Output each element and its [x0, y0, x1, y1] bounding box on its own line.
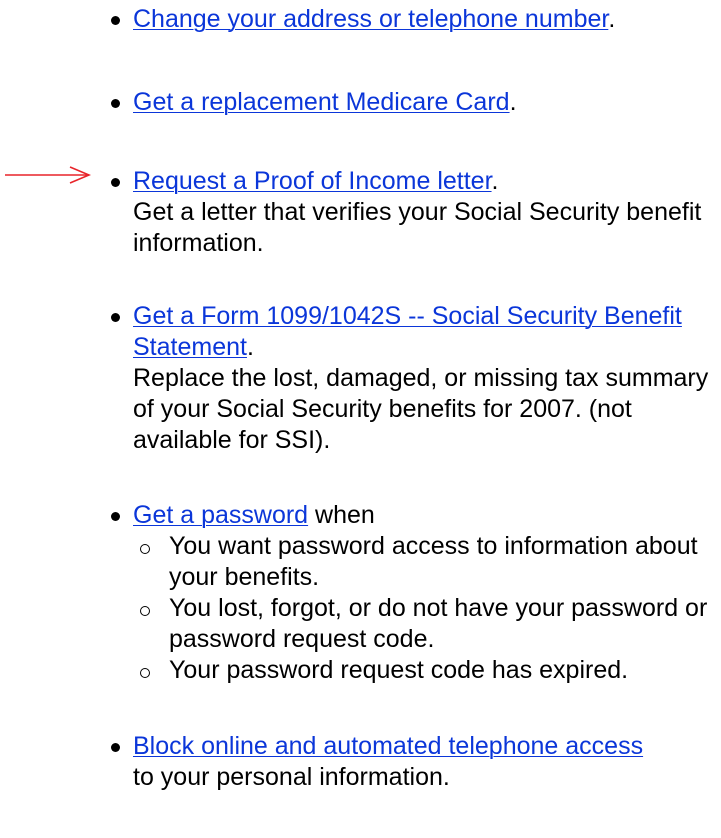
item-suffix: .: [246, 333, 254, 361]
item-description: Replace the lost, damaged, or missing ta…: [133, 364, 709, 454]
item-suffix: .: [509, 88, 517, 116]
list-item-block-access: Block online and automated telephone acc…: [111, 731, 721, 793]
sub-list-item: Your password request code has expired.: [140, 655, 721, 686]
sub-item-text: You want password access to information …: [169, 532, 698, 591]
sub-list-item: You want password access to information …: [140, 531, 721, 593]
right-arrow-icon: [5, 166, 91, 184]
change-address-link[interactable]: Change your address or telephone number: [133, 5, 608, 33]
proof-of-income-link[interactable]: Request a Proof of Income letter: [133, 167, 492, 195]
item-description: to your personal information.: [133, 763, 450, 791]
sub-list-item: You lost, forgot, or do not have your pa…: [140, 593, 721, 655]
list-item-change-address: Change your address or telephone number.: [111, 4, 721, 35]
get-password-link[interactable]: Get a password: [133, 501, 308, 529]
bullet-icon: [111, 99, 120, 108]
benefit-statement-link[interactable]: Get a Form 1099/1042S -- Social Security…: [133, 302, 682, 361]
bullet-icon: [111, 743, 120, 752]
sub-item-text: Your password request code has expired.: [169, 656, 629, 684]
bullet-icon: [111, 178, 120, 187]
item-suffix: .: [608, 5, 616, 33]
item-description: Get a letter that verifies your Social S…: [133, 198, 702, 257]
list-item-benefit-statement: Get a Form 1099/1042S -- Social Security…: [111, 301, 721, 456]
replacement-medicare-card-link[interactable]: Get a replacement Medicare Card: [133, 88, 510, 116]
online-services-list: Change your address or telephone number.…: [111, 4, 721, 838]
item-suffix: .: [491, 167, 499, 195]
block-access-link[interactable]: Block online and automated telephone acc…: [133, 732, 643, 760]
item-suffix: when: [308, 501, 375, 529]
password-reasons-list: You want password access to information …: [133, 531, 721, 686]
sub-item-text: You lost, forgot, or do not have your pa…: [169, 594, 708, 653]
bullet-icon: [111, 16, 120, 25]
circle-bullet-icon: [140, 544, 150, 554]
list-item-password: Get a password when You want password ac…: [111, 500, 721, 686]
circle-bullet-icon: [140, 668, 150, 678]
circle-bullet-icon: [140, 606, 150, 616]
list-item-medicare-card: Get a replacement Medicare Card.: [111, 87, 721, 118]
list-item-proof-of-income: Request a Proof of Income letter. Get a …: [111, 166, 721, 259]
bullet-icon: [111, 512, 120, 521]
bullet-icon: [111, 313, 120, 322]
